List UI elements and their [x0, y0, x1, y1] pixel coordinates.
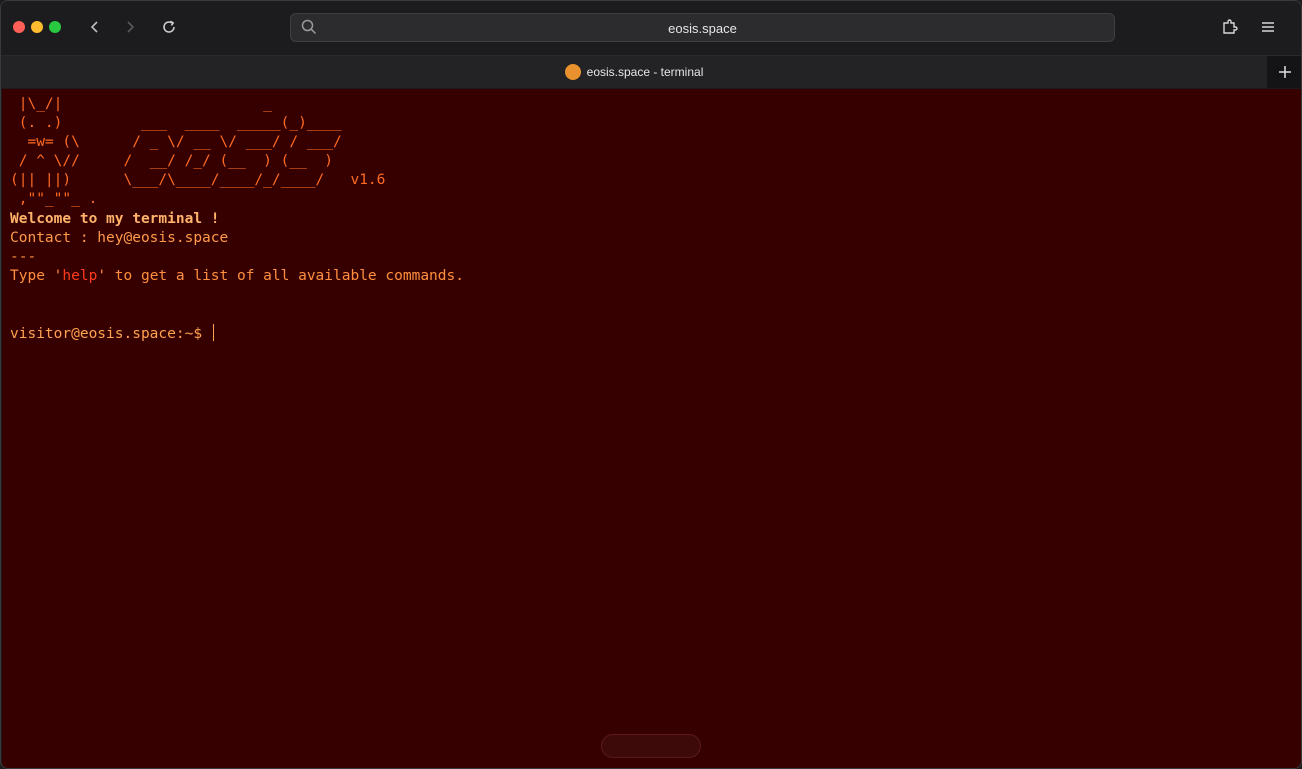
minimize-window-button[interactable]	[31, 21, 43, 33]
close-window-button[interactable]	[13, 21, 25, 33]
reload-button[interactable]	[157, 15, 181, 39]
help-hint: Type 'help' to get a list of all availab…	[10, 268, 464, 284]
new-tab-button[interactable]	[1267, 56, 1301, 88]
welcome-message: Welcome to my terminal !	[10, 210, 220, 227]
back-button[interactable]	[83, 15, 107, 39]
favicon-icon	[564, 64, 581, 80]
help-suffix: ' to get a list of all available command…	[97, 267, 464, 284]
chevron-right-icon	[127, 21, 135, 33]
hamburger-menu-icon	[1262, 22, 1274, 32]
reload-icon	[163, 20, 175, 33]
menu-button[interactable]	[1256, 15, 1280, 39]
tab-title: eosis.space - terminal	[586, 65, 704, 79]
plus-icon	[1279, 66, 1291, 78]
ascii-art-line: / ^ \// / __/ /_/ (__ ) (__ )	[10, 153, 334, 170]
ascii-art-line: =w= (\ / _ \/ __ \/ ___/ / ___/	[10, 134, 342, 151]
browser-window: eosis.space eosis.space - terminal |\_/|…	[0, 0, 1302, 769]
terminal[interactable]: |\_/| _ (. .) ___ ____ _____(_)____ =w= …	[2, 89, 1301, 768]
address-bar[interactable]: eosis.space	[290, 13, 1115, 42]
ascii-art-line: (. .) ___ ____ _____(_)____	[10, 115, 342, 132]
ascii-art-line: ,""_""_ .	[10, 191, 98, 208]
help-prefix: Type '	[10, 267, 63, 284]
tab-active[interactable]: eosis.space - terminal	[1, 56, 1267, 88]
scroll-indicator[interactable]	[601, 734, 701, 758]
contact-line: Contact : hey@eosis.space	[10, 229, 229, 246]
puzzle-icon	[1223, 19, 1238, 34]
extensions-button[interactable]	[1218, 15, 1242, 39]
forward-button[interactable]	[118, 15, 142, 39]
terminal-output: |\_/| _ (. .) ___ ____ _____(_)____ =w= …	[10, 95, 464, 344]
prompt: visitor@eosis.space:~$	[10, 326, 203, 343]
tab-bar: eosis.space - terminal	[1, 55, 1301, 88]
ascii-art-line: (|| ||) \___/\____/____/_/____/	[10, 172, 351, 189]
url-text: eosis.space	[668, 21, 737, 36]
text-cursor	[212, 324, 214, 342]
version-label: v1.6	[350, 172, 386, 189]
maximize-window-button[interactable]	[49, 21, 61, 33]
browser-toolbar: eosis.space	[1, 1, 1301, 55]
chevron-left-icon	[90, 21, 98, 33]
ascii-art-line: |\_/| _	[10, 96, 272, 112]
prompt-line[interactable]: visitor@eosis.space:~$	[10, 324, 214, 343]
separator-line: ---	[10, 248, 37, 265]
help-command: help	[62, 267, 98, 284]
